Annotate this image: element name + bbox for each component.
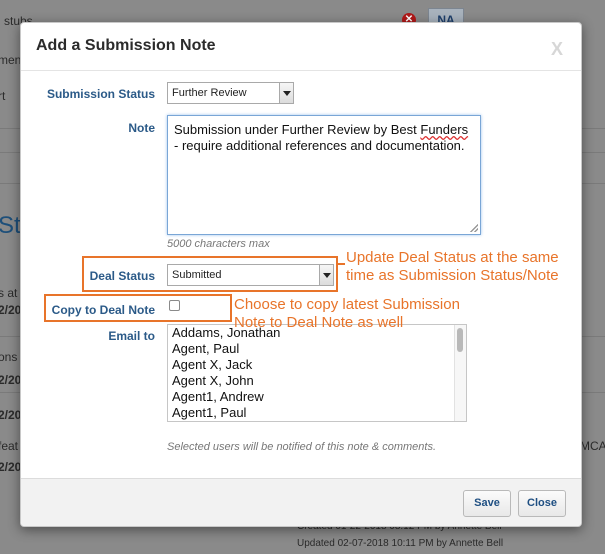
list-item[interactable]: Agent X, John — [168, 373, 466, 389]
bg-text: feat — [0, 439, 19, 453]
deal-status-annotation-box — [82, 256, 338, 292]
save-button[interactable]: Save — [463, 490, 511, 517]
list-item[interactable]: Agent1, Andrew — [168, 389, 466, 405]
note-text: Submission under Further Review by Best — [174, 122, 421, 137]
title-divider — [21, 70, 581, 71]
note-textarea[interactable]: Submission under Further Review by Best … — [167, 115, 481, 235]
deal-status-annotation-text: Update Deal Status at the same — [346, 249, 559, 266]
scrollbar[interactable] — [454, 325, 466, 421]
list-item[interactable]: Agent, Paul — [168, 341, 466, 357]
dialog-footer: Save Close — [21, 478, 581, 526]
scrollbar-thumb[interactable] — [457, 328, 463, 352]
close-icon[interactable]: X — [551, 39, 563, 60]
email-hint: Selected users will be notified of this … — [167, 441, 437, 453]
note-text: - require additional references and docu… — [174, 138, 465, 153]
bg-text: rt — [0, 89, 6, 103]
note-text-misspelled: Funders — [420, 122, 469, 137]
submission-status-value: Further Review — [172, 87, 247, 99]
email-recipients-list[interactable]: Addams, Jonathan Agent, Paul Agent X, Ja… — [167, 324, 467, 422]
deal-status-annotation-text: time as Submission Status/Note — [346, 267, 559, 284]
bg-text: 2/20 — [0, 373, 22, 387]
submission-status-select[interactable]: Further Review — [167, 82, 294, 104]
copy-note-annotation-box — [44, 294, 232, 322]
list-item[interactable]: Agent1, Paul — [168, 405, 466, 421]
bg-text: s at — [0, 286, 18, 300]
chevron-down-icon — [279, 83, 293, 103]
char-limit-hint: 5000 characters max — [167, 238, 270, 250]
bg-text: 2/20 — [0, 460, 22, 474]
resize-handle-icon[interactable] — [470, 224, 478, 232]
list-item[interactable]: Agent X, Jack — [168, 357, 466, 373]
bg-text: ons — [0, 350, 18, 364]
updated-info: Updated 02-07-2018 10:11 PM by Annette B… — [297, 538, 504, 549]
email-to-label: Email to — [108, 329, 155, 343]
bg-text: MCA — [580, 439, 605, 453]
submission-status-label: Submission Status — [46, 87, 155, 101]
close-button[interactable]: Close — [518, 490, 566, 517]
annotation-connector — [337, 263, 345, 265]
dialog-title: Add a Submission Note — [36, 37, 216, 54]
note-label: Note — [128, 121, 155, 135]
bg-text: 2/20 — [0, 303, 22, 317]
copy-note-annotation-text: Choose to copy latest Submission — [234, 296, 460, 313]
copy-note-annotation-text: Note to Deal Note as well — [234, 314, 404, 331]
bg-text: 2/20 — [0, 408, 22, 422]
